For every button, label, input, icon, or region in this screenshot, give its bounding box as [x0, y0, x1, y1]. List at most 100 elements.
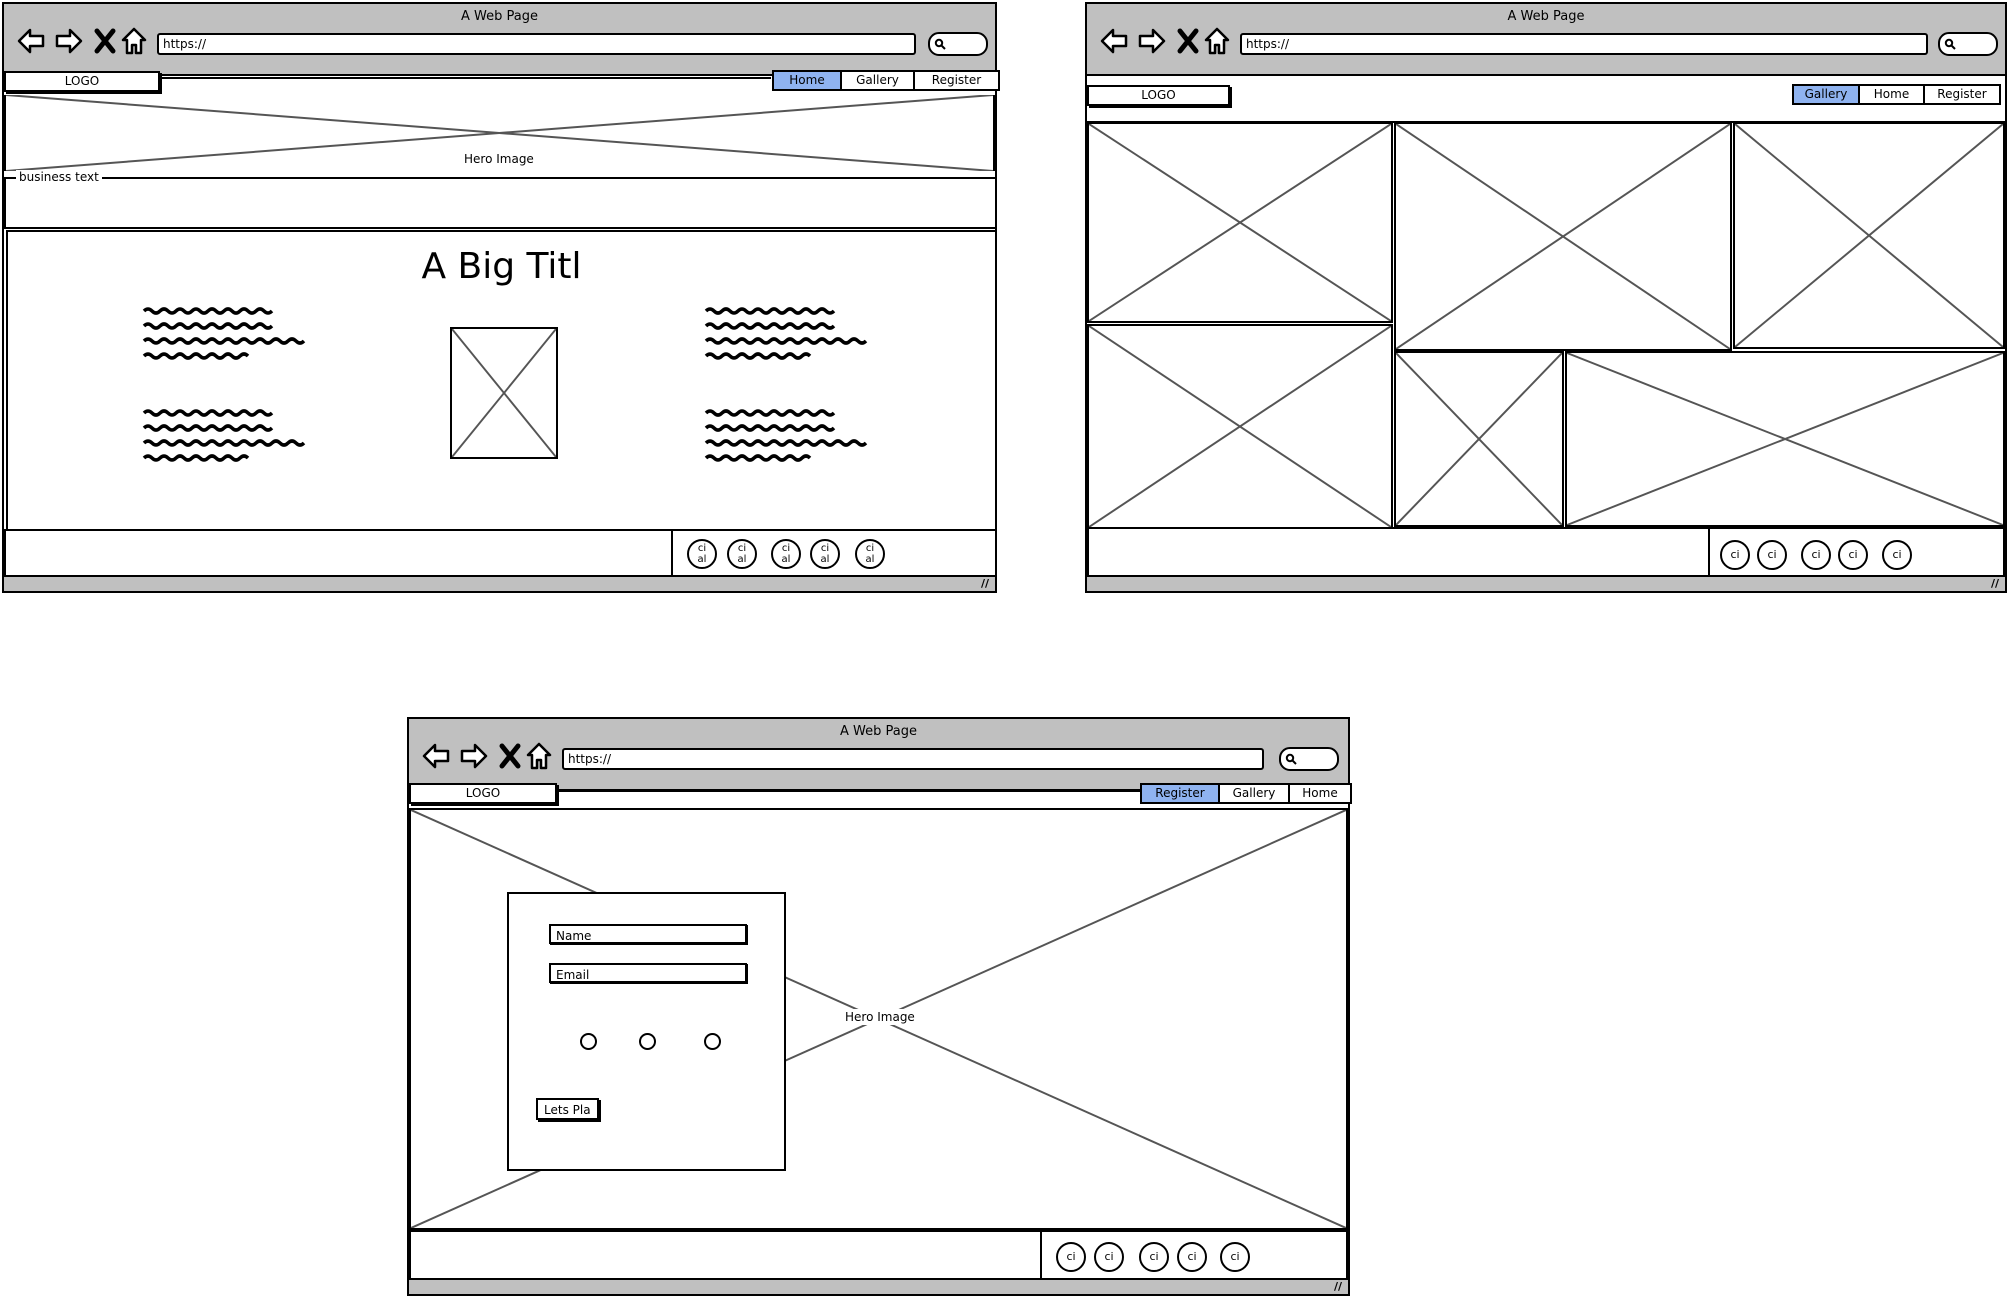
url-bar[interactable]: https://	[562, 748, 1264, 770]
hero-image-placeholder: Hero Image Name Email Lets Pla	[409, 808, 1348, 1230]
tab-gallery[interactable]: Gallery	[1218, 785, 1288, 802]
search-icon	[1944, 38, 1956, 50]
hero-image-label: Hero Image	[460, 151, 538, 167]
logo[interactable]: LOGO	[409, 783, 557, 804]
gallery-image[interactable]	[1394, 351, 1564, 527]
business-text-label: business text	[16, 170, 102, 184]
footer-social: ci al ci al ci al ci al ci al	[671, 529, 997, 578]
browser-window-gallery: A Web Page https:// LOGO Gallery Home Re…	[1085, 2, 2007, 593]
window-statusbar: //	[409, 1278, 1348, 1294]
forward-arrow-icon[interactable]	[1137, 26, 1167, 56]
nav-menu: Register Gallery Home	[1140, 783, 1352, 804]
social-icon[interactable]: ci	[1139, 1242, 1169, 1272]
logo[interactable]: LOGO	[4, 71, 160, 92]
browser-window-home: A Web Page https:// LOGO Home Gallery Re…	[2, 2, 1000, 593]
footer-left	[1087, 527, 1710, 579]
social-icon[interactable]: ci	[1801, 540, 1831, 570]
footer-left	[4, 529, 674, 578]
header-line	[159, 77, 771, 79]
home-icon[interactable]	[1204, 26, 1230, 56]
gallery-image[interactable]	[1087, 122, 1393, 323]
tab-register[interactable]: Register	[1923, 86, 1999, 103]
social-icon[interactable]: ci al	[771, 539, 801, 569]
name-field[interactable]: Name	[549, 924, 747, 944]
window-titlebar: A Web Page https://	[1087, 4, 2005, 76]
tab-gallery[interactable]: Gallery	[840, 72, 913, 89]
gallery-image[interactable]	[1394, 122, 1732, 351]
home-icon[interactable]	[121, 26, 147, 56]
search-button[interactable]	[1279, 747, 1339, 771]
hero-image-label: Hero Image	[841, 1009, 919, 1025]
social-icon[interactable]: ci	[1177, 1242, 1207, 1272]
nav-menu: Gallery Home Register	[1792, 84, 2001, 105]
close-x-icon[interactable]	[94, 26, 116, 56]
scribble-text-block-right-2	[704, 409, 868, 462]
tab-home[interactable]: Home	[1858, 86, 1923, 103]
back-arrow-icon[interactable]	[16, 26, 46, 56]
submit-button[interactable]: Lets Pla	[536, 1098, 599, 1120]
social-icon[interactable]: ci	[1094, 1242, 1124, 1272]
scribble-text-block-right-1	[704, 307, 868, 360]
url-bar[interactable]: https://	[1240, 33, 1928, 55]
logo[interactable]: LOGO	[1087, 85, 1230, 106]
radio-option[interactable]	[704, 1033, 721, 1050]
window-titlebar: A Web Page https://	[4, 4, 995, 76]
radio-option[interactable]	[639, 1033, 656, 1050]
close-x-icon[interactable]	[1177, 26, 1199, 56]
back-arrow-icon[interactable]	[421, 741, 451, 771]
email-field[interactable]: Email	[549, 963, 747, 983]
tab-gallery[interactable]: Gallery	[1794, 86, 1858, 103]
social-icon[interactable]: ci al	[687, 539, 717, 569]
close-x-icon[interactable]	[499, 741, 521, 771]
social-icon[interactable]: ci	[1720, 540, 1750, 570]
scribble-text-block-left-1	[142, 307, 306, 360]
footer-left	[409, 1230, 1043, 1280]
radio-option[interactable]	[580, 1033, 597, 1050]
gallery-image[interactable]	[1565, 351, 2005, 527]
tab-home[interactable]: Home	[774, 72, 840, 89]
social-icon[interactable]: ci al	[810, 539, 840, 569]
forward-arrow-icon[interactable]	[459, 741, 489, 771]
tab-register[interactable]: Register	[1142, 785, 1218, 802]
tab-register[interactable]: Register	[913, 72, 998, 89]
scribble-text-block-left-2	[142, 409, 306, 462]
business-text-fieldset: business text	[4, 170, 997, 229]
social-icon[interactable]: ci al	[727, 539, 757, 569]
resize-grip-icon[interactable]: //	[1334, 1280, 1342, 1293]
content-panel: A Big Titl	[6, 230, 997, 532]
resize-grip-icon[interactable]: //	[981, 577, 989, 590]
resize-grip-icon[interactable]: //	[1991, 577, 1999, 590]
gallery-image[interactable]	[1733, 122, 2005, 349]
forward-arrow-icon[interactable]	[54, 26, 84, 56]
social-icon[interactable]: ci	[1220, 1242, 1250, 1272]
home-icon[interactable]	[526, 741, 552, 771]
url-bar[interactable]: https://	[157, 33, 916, 55]
social-icon[interactable]: ci	[1757, 540, 1787, 570]
window-statusbar: //	[1087, 575, 2005, 591]
social-icon[interactable]: ci	[1882, 540, 1912, 570]
search-button[interactable]	[928, 32, 988, 56]
window-title: A Web Page	[1507, 9, 1585, 24]
back-arrow-icon[interactable]	[1099, 26, 1129, 56]
header-line	[556, 790, 1148, 792]
browser-window-register: A Web Page https:// LOGO Register Galler…	[407, 717, 1352, 1296]
window-title: A Web Page	[461, 9, 538, 24]
search-icon	[934, 38, 946, 50]
window-title: A Web Page	[840, 724, 917, 739]
window-titlebar: A Web Page https://	[409, 719, 1348, 791]
nav-menu: Home Gallery Register	[772, 70, 1000, 91]
footer-social: ci ci ci ci ci	[1708, 527, 2005, 579]
social-icon[interactable]: ci	[1056, 1242, 1086, 1272]
image-placeholder	[450, 327, 558, 459]
search-icon	[1285, 753, 1297, 765]
tab-home[interactable]: Home	[1288, 785, 1350, 802]
window-statusbar: //	[4, 575, 995, 591]
hero-image-placeholder: Hero Image	[4, 95, 995, 171]
registration-form: Name Email Lets Pla	[507, 892, 786, 1171]
social-icon[interactable]: ci al	[855, 539, 885, 569]
big-title: A Big Titl	[421, 246, 582, 287]
social-icon[interactable]: ci	[1838, 540, 1868, 570]
footer-social: ci ci ci ci ci	[1040, 1230, 1348, 1280]
search-button[interactable]	[1938, 32, 1998, 56]
gallery-image[interactable]	[1087, 324, 1393, 529]
